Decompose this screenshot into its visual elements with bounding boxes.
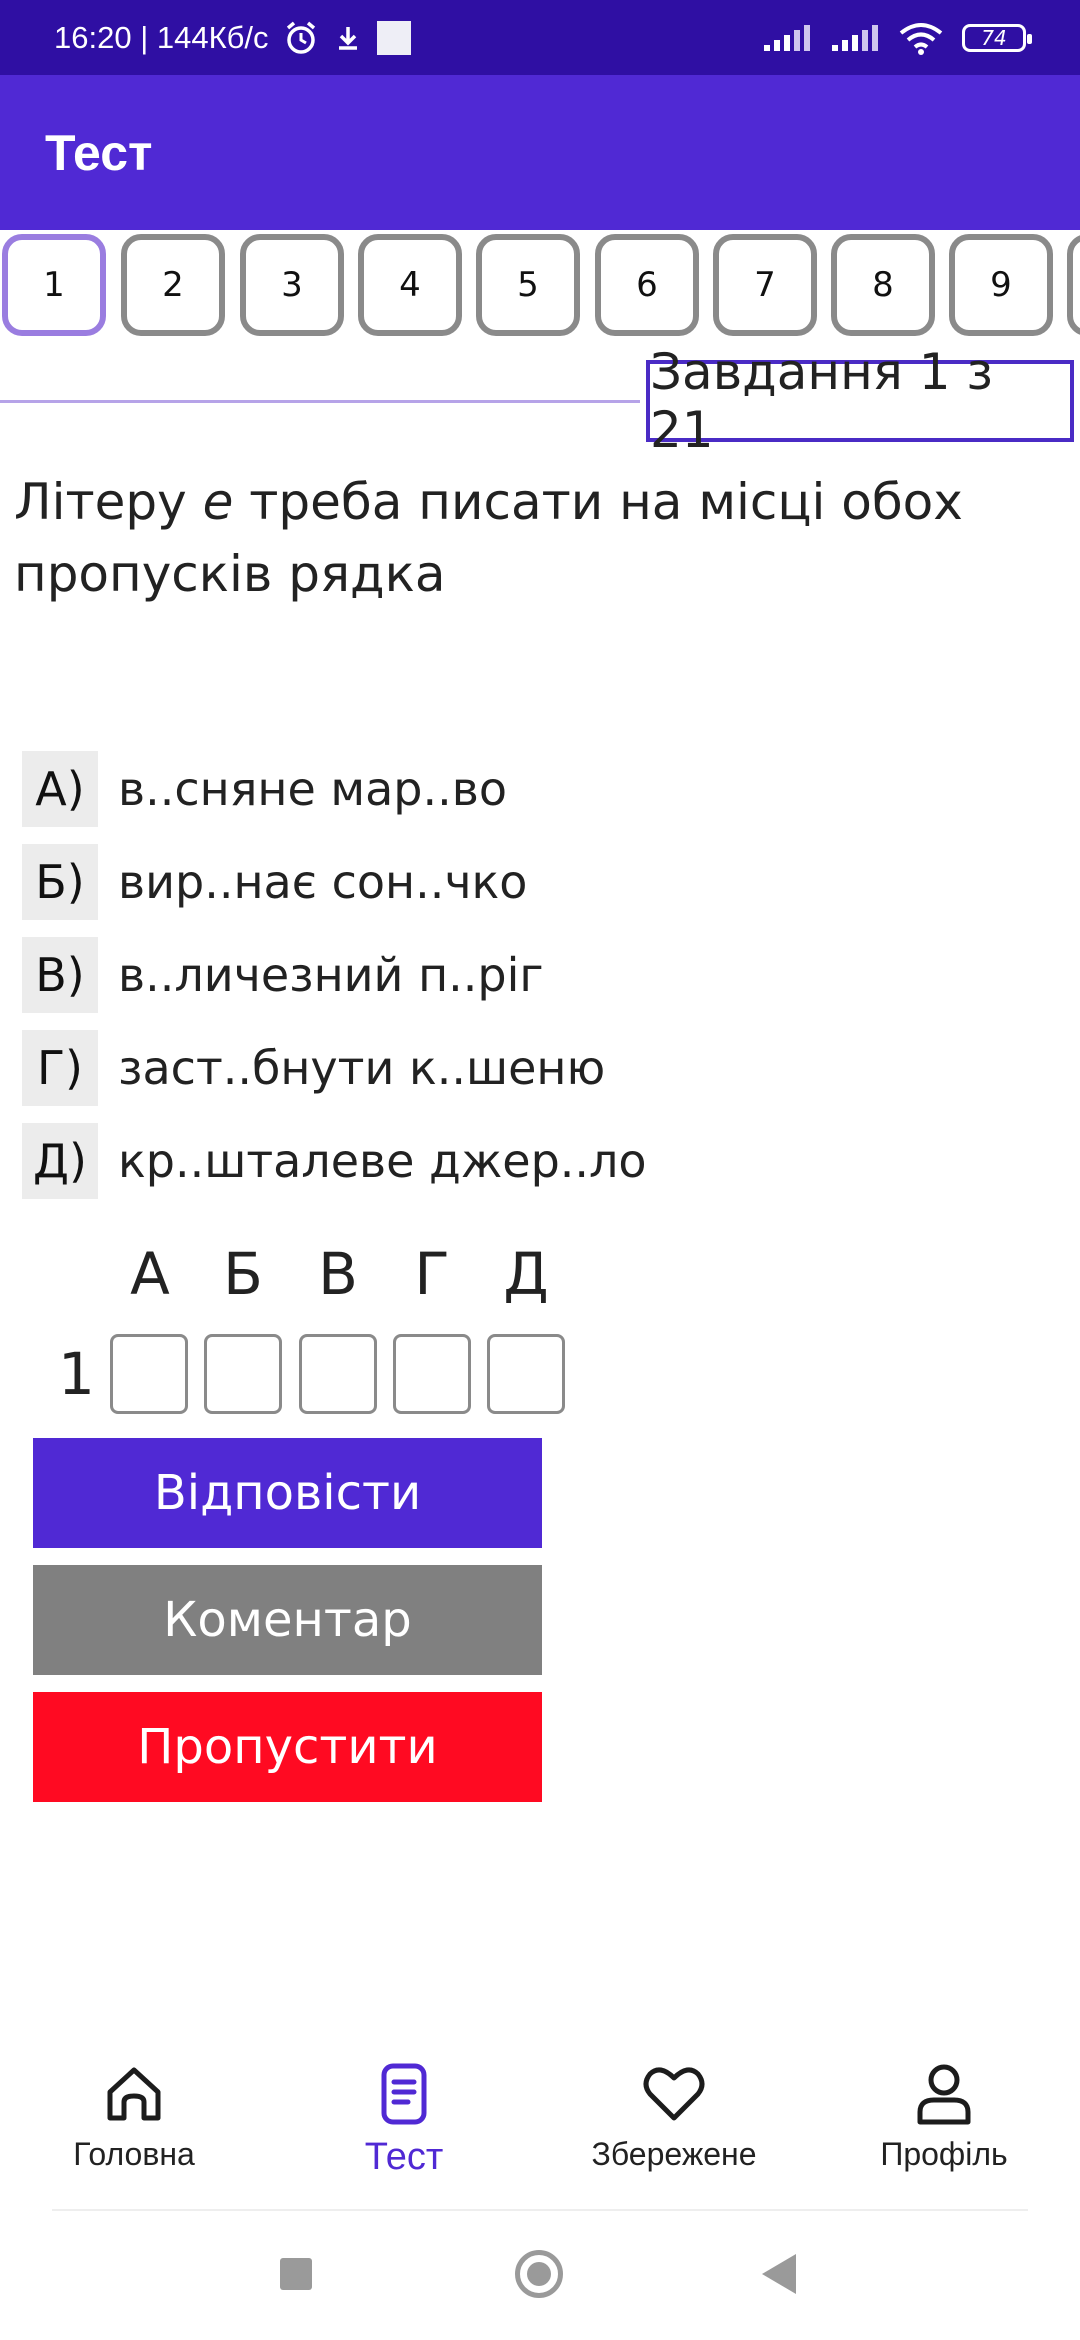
option-letter: Б): [22, 844, 98, 920]
nav-label: Профіль: [880, 2136, 1008, 2172]
back-button[interactable]: [762, 2254, 796, 2294]
option-a: А) в..сняне мар..во: [22, 750, 647, 828]
answer-column-d: Д: [503, 1240, 549, 1308]
battery-icon: 74: [962, 23, 1032, 52]
question-number-label: 9: [990, 265, 1012, 305]
answer-checkbox-b[interactable]: [204, 1334, 282, 1414]
nav-item-saved[interactable]: Збережене: [554, 2060, 794, 2173]
answer-row-label: 1: [58, 1340, 95, 1408]
option-letter: Г): [22, 1030, 98, 1106]
nav-item-home[interactable]: Головна: [14, 2060, 254, 2173]
options-list: А) в..сняне мар..во Б) вир..нає сон..чко…: [22, 750, 647, 1215]
person-icon: [917, 2064, 971, 2125]
option-d: Д) кр..шталеве джер..ло: [22, 1122, 647, 1200]
home-button[interactable]: [515, 2250, 563, 2298]
alarm-icon: [286, 21, 315, 54]
answer-grid-header: А Б В Г Д: [0, 1240, 1080, 1320]
answer-column-g: Г: [414, 1240, 450, 1308]
option-letter: А): [22, 751, 98, 827]
comment-button[interactable]: Коментар: [33, 1565, 542, 1675]
option-v: В) в..личезний п..ріг: [22, 936, 647, 1014]
task-counter-label: Завдання 1 з 21: [650, 343, 994, 459]
question-number-label: 1: [43, 265, 65, 305]
question-number-partial[interactable]: [1067, 234, 1080, 336]
question-number-label: 2: [162, 265, 184, 305]
question-number-label: 8: [872, 265, 894, 305]
option-b: Б) вир..нає сон..чко: [22, 843, 647, 921]
option-letter: В): [22, 937, 98, 1013]
status-time-speed: 16:20 | 144Кб/с: [54, 19, 269, 55]
download-icon: [338, 26, 357, 50]
signal-icon: [764, 24, 810, 51]
answer-column-a: А: [130, 1240, 170, 1308]
option-text: в..личезний п..ріг: [118, 948, 544, 1002]
heart-icon: [643, 2067, 705, 2121]
question-number-3[interactable]: 3: [240, 234, 344, 336]
question-number-2[interactable]: 2: [121, 234, 225, 336]
system-navigation-bar: [0, 2230, 1080, 2340]
status-left: 16:20 | 144Кб/с: [54, 20, 411, 56]
notification-square-icon: [376, 20, 411, 55]
battery-level: 74: [981, 25, 1007, 50]
option-text: в..сняне мар..во: [118, 762, 507, 816]
question-text: Літеру е треба писати на місці обох проп…: [14, 466, 1054, 610]
question-number-label: 7: [754, 265, 776, 305]
answer-checkbox-d[interactable]: [487, 1334, 565, 1414]
option-g: Г) заст..бнути к..шеню: [22, 1029, 647, 1107]
question-number-4[interactable]: 4: [358, 234, 462, 336]
question-number-label: 6: [636, 265, 658, 305]
answer-checkbox-a[interactable]: [110, 1334, 188, 1414]
option-text: кр..шталеве джер..ло: [118, 1134, 647, 1188]
nav-item-profile[interactable]: Профіль: [824, 2060, 1064, 2173]
page-title: Тест: [45, 124, 153, 181]
answer-checkbox-v[interactable]: [299, 1334, 377, 1414]
answer-column-b: Б: [223, 1240, 263, 1308]
nav-divider: [52, 2209, 1028, 2211]
question-text-before: Літеру: [14, 473, 203, 531]
question-number-label: 3: [281, 265, 303, 305]
recents-button[interactable]: [280, 2258, 312, 2290]
nav-label: Головна: [73, 2136, 195, 2172]
question-number-6[interactable]: 6: [595, 234, 699, 336]
nav-item-test[interactable]: Тест: [284, 2060, 524, 2179]
question-number-8[interactable]: 8: [831, 234, 935, 336]
nav-label: Тест: [364, 2136, 444, 2178]
question-number-1[interactable]: 1: [2, 234, 106, 336]
answer-checkbox-g[interactable]: [393, 1334, 471, 1414]
question-number-7[interactable]: 7: [713, 234, 817, 336]
document-icon: [381, 2063, 427, 2125]
skip-button[interactable]: Пропустити: [33, 1692, 542, 1802]
nav-label: Збережене: [591, 2136, 757, 2172]
app-bar: Тест: [0, 75, 1080, 230]
answer-column-v: В: [318, 1240, 358, 1308]
option-text: заст..бнути к..шеню: [118, 1041, 606, 1095]
wifi-icon: [899, 22, 943, 55]
answer-button[interactable]: Відповісти: [33, 1438, 542, 1548]
question-number-label: 5: [517, 265, 539, 305]
progress-line: [0, 400, 640, 403]
question-number-9[interactable]: 9: [949, 234, 1053, 336]
signal-icon-2: [832, 24, 878, 51]
question-letter: е: [202, 473, 234, 531]
status-right: 74: [762, 21, 1032, 55]
task-counter: Завдання 1 з 21: [646, 343, 1074, 459]
option-letter: Д): [22, 1123, 98, 1199]
question-number-label: 4: [399, 265, 421, 305]
question-number-5[interactable]: 5: [476, 234, 580, 336]
option-text: вир..нає сон..чко: [118, 855, 528, 909]
question-number-strip[interactable]: 1 2 3 4 5 6 7 8 9: [0, 230, 1080, 340]
home-icon: [107, 2067, 161, 2121]
status-bar: 16:20 | 144Кб/с 74: [0, 0, 1080, 75]
bottom-navigation: Головна Тест Збережене Профіль: [0, 2060, 1080, 2210]
